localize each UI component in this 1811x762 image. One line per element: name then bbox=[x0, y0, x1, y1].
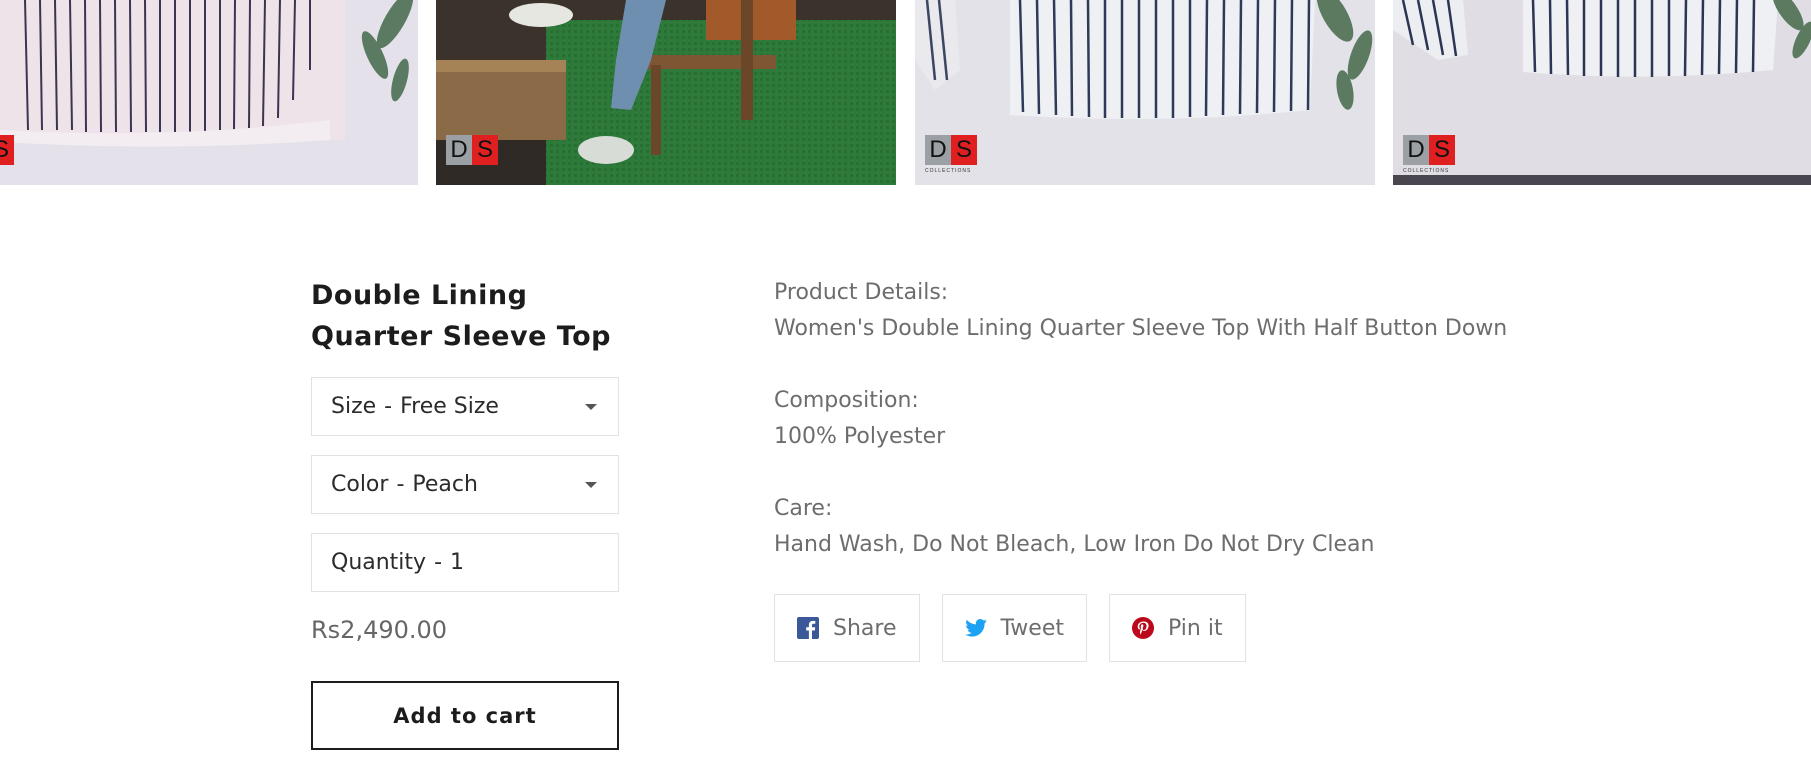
logo-letter-s: S bbox=[472, 135, 498, 165]
brand-logo: S bbox=[0, 135, 14, 165]
logo-letter-s: S bbox=[1429, 135, 1455, 165]
quantity-label: Quantity bbox=[331, 550, 427, 575]
logo-subtitle: COLLECTIONS bbox=[1403, 168, 1450, 174]
chevron-down-icon bbox=[585, 404, 597, 410]
facebook-icon bbox=[797, 617, 819, 639]
brand-logo: D S COLLECTIONS bbox=[1403, 135, 1455, 174]
product-form: Double Lining Quarter Sleeve Top Size - … bbox=[311, 275, 621, 750]
color-label: Color bbox=[331, 472, 389, 497]
product-thumbnail[interactable]: D S COLLECTIONS bbox=[1393, 0, 1811, 185]
chevron-down-icon bbox=[585, 482, 597, 488]
product-thumbnail[interactable]: D S bbox=[436, 0, 896, 185]
quantity-separator: - bbox=[434, 550, 443, 575]
logo-letter-s: S bbox=[951, 135, 977, 165]
quantity-value: 1 bbox=[450, 550, 465, 575]
quantity-field[interactable]: Quantity - 1 bbox=[311, 533, 619, 592]
logo-letter-d: D bbox=[1403, 135, 1429, 165]
share-twitter-label: Tweet bbox=[1000, 615, 1065, 641]
logo-subtitle: COLLECTIONS bbox=[925, 168, 972, 174]
logo-letter-d: D bbox=[446, 135, 472, 165]
brand-logo: D S COLLECTIONS bbox=[925, 135, 977, 174]
logo-letter-d: D bbox=[925, 135, 951, 165]
color-separator: - bbox=[396, 472, 405, 497]
color-value: Peach bbox=[412, 472, 478, 497]
size-separator: - bbox=[384, 394, 393, 419]
size-label: Size bbox=[331, 394, 377, 419]
details-text: Women's Double Lining Quarter Sleeve Top… bbox=[774, 316, 1508, 341]
size-select[interactable]: Size - Free Size bbox=[311, 377, 619, 436]
brand-logo: D S bbox=[446, 135, 498, 165]
share-facebook-button[interactable]: Share bbox=[774, 594, 920, 662]
product-title-line1: Double Lining bbox=[311, 280, 528, 311]
details-heading: Product Details: bbox=[774, 280, 949, 305]
care-heading: Care: bbox=[774, 496, 833, 521]
composition-heading: Composition: bbox=[774, 388, 919, 413]
product-title-line2: Quarter Sleeve Top bbox=[311, 321, 611, 352]
twitter-icon bbox=[964, 617, 987, 639]
pinterest-icon bbox=[1132, 617, 1154, 639]
share-pinterest-label: Pin it bbox=[1168, 615, 1223, 641]
color-select[interactable]: Color - Peach bbox=[311, 455, 619, 514]
logo-letter-s: S bbox=[0, 135, 14, 165]
add-to-cart-button[interactable]: Add to cart bbox=[311, 681, 619, 750]
composition-text: 100% Polyester bbox=[774, 424, 946, 449]
product-description: Product Details: Women's Double Lining Q… bbox=[774, 275, 1574, 662]
product-thumbnail[interactable]: S bbox=[0, 0, 418, 185]
share-facebook-label: Share bbox=[833, 615, 897, 641]
product-thumbnail[interactable]: D S COLLECTIONS bbox=[915, 0, 1375, 185]
share-twitter-button[interactable]: Tweet bbox=[941, 594, 1087, 662]
social-share: Share Tweet Pin it bbox=[774, 594, 1268, 662]
product-gallery: S D S D S COLLECTIONS D S COLLECTIONS bbox=[0, 0, 1811, 185]
size-value: Free Size bbox=[400, 394, 499, 419]
product-price: Rs2,490.00 bbox=[311, 616, 448, 644]
product-title: Double Lining Quarter Sleeve Top bbox=[311, 275, 621, 357]
share-pinterest-button[interactable]: Pin it bbox=[1109, 594, 1246, 662]
care-text: Hand Wash, Do Not Bleach, Low Iron Do No… bbox=[774, 532, 1375, 557]
